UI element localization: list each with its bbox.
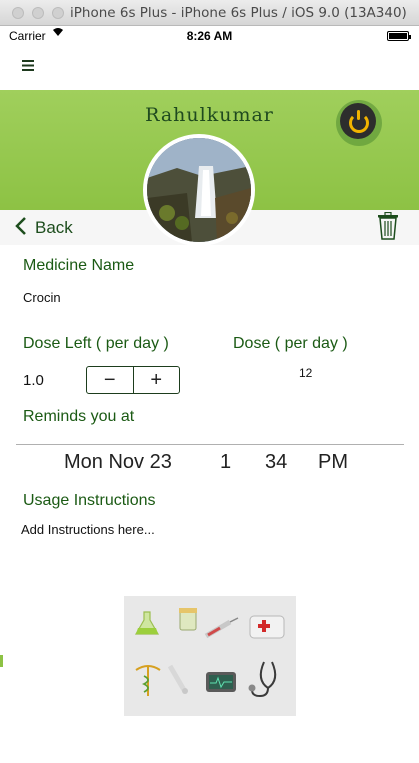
back-chevron-icon[interactable] — [14, 216, 28, 236]
window-titlebar: iPhone 6s Plus - iPhone 6s Plus / iOS 9.… — [0, 0, 419, 26]
usage-instructions-label: Usage Instructions — [23, 492, 156, 509]
medicine-name-label: Medicine Name — [23, 257, 135, 274]
close-window-button[interactable] — [12, 7, 24, 19]
dose-stepper[interactable]: − + — [86, 366, 180, 394]
minimize-window-button[interactable] — [32, 7, 44, 19]
dose-per-day-label: Dose ( per day ) — [233, 335, 348, 352]
reminder-label: Reminds you at — [23, 408, 135, 425]
battery-icon — [387, 31, 411, 41]
simulator-window: iPhone 6s Plus - iPhone 6s Plus / iOS 9.… — [0, 0, 419, 763]
medical-illustration — [124, 596, 296, 716]
picker-period[interactable]: PM — [318, 451, 348, 474]
dose-left-value: 1.0 — [23, 372, 44, 389]
usage-instructions-input[interactable]: Add Instructions here... — [21, 522, 155, 537]
top-navbar — [0, 46, 419, 90]
window-title: iPhone 6s Plus - iPhone 6s Plus / iOS 9.… — [70, 5, 407, 21]
dose-left-label: Dose Left ( per day ) — [23, 335, 169, 352]
picker-minute[interactable]: 34 — [265, 451, 287, 474]
dose-per-day-input[interactable]: 12 — [299, 366, 312, 380]
bottom-edge — [0, 755, 419, 763]
power-icon[interactable] — [340, 103, 376, 139]
decorative-edge — [0, 655, 3, 667]
avatar[interactable] — [143, 134, 255, 246]
stepper-minus-button[interactable]: − — [87, 367, 134, 393]
hamburger-icon[interactable] — [22, 58, 34, 76]
picker-hour[interactable]: 1 — [220, 451, 231, 474]
zoom-window-button[interactable] — [52, 7, 64, 19]
status-bar: Carrier 8:26 AM — [0, 26, 419, 46]
back-button[interactable]: Back — [35, 218, 73, 238]
picker-date[interactable]: Mon Nov 23 — [64, 451, 172, 474]
medicine-name-input[interactable]: Crocin — [23, 290, 61, 305]
picker-divider — [16, 444, 404, 445]
status-time: 8:26 AM — [186, 29, 233, 43]
stepper-plus-button[interactable]: + — [134, 367, 180, 393]
trash-icon[interactable] — [377, 211, 399, 240]
